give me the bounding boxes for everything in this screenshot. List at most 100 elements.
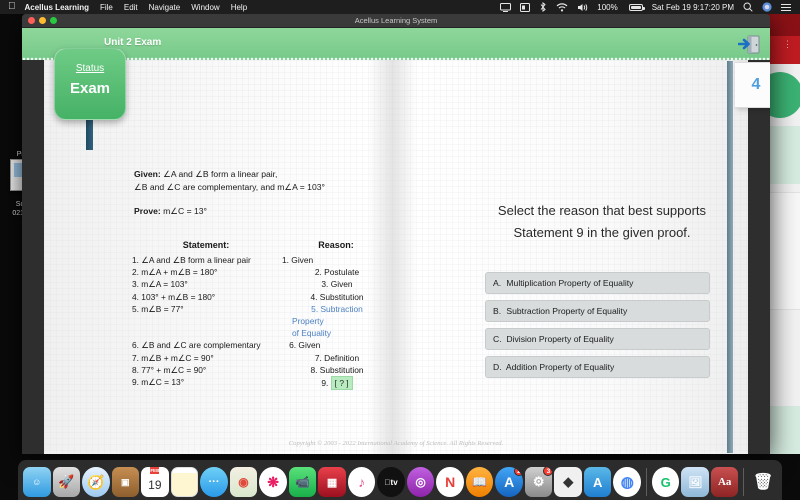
dock-item-news[interactable]: N bbox=[436, 467, 464, 497]
statement-9: 9. m∠C = 13° bbox=[132, 377, 185, 388]
calendar-day: 19 bbox=[148, 478, 162, 492]
dock-separator bbox=[646, 468, 647, 496]
choice-letter-a: A. bbox=[493, 278, 502, 288]
copyright-footer: Copyright © 2003 - 2022 International Ac… bbox=[288, 440, 504, 447]
dock-item-system-preferences[interactable]: ⚙ 3 bbox=[524, 467, 553, 497]
battery-icon[interactable] bbox=[627, 3, 645, 11]
dock-item-grammarly[interactable]: G bbox=[651, 467, 680, 497]
status-badge-label: Status bbox=[75, 63, 105, 74]
question-prompt: Select the reason that best supports Sta… bbox=[497, 203, 707, 240]
menu-window[interactable]: Window bbox=[191, 3, 219, 12]
dock-item-messages[interactable]: ··· bbox=[200, 467, 228, 497]
overflow-menu-icon[interactable]: ⋮ bbox=[783, 40, 792, 49]
dock-item-maps[interactable]: ◉ bbox=[229, 467, 258, 497]
answer-choice-d[interactable]: D. Addition Property of Equality bbox=[485, 356, 710, 378]
macos-dock: ☺ 🚀 🧭 ▣ FEB 19 ··· ◉ ❋ 📹 ▦ ♪ tv ◎ N 📖 A… bbox=[18, 460, 782, 500]
dock-item-podcasts[interactable]: ◎ bbox=[406, 467, 435, 497]
table-row: 5. m∠B = 77° 5. Subtraction bbox=[132, 303, 392, 315]
statement-1: 1. ∠A and ∠B form a linear pair bbox=[132, 255, 251, 265]
table-row: 9. m∠C = 13° 9. [ ? ] bbox=[132, 376, 392, 391]
column-header-statement: Statement: bbox=[182, 240, 230, 250]
dock-item-roblox[interactable]: ◆ bbox=[554, 467, 582, 497]
choice-text-a: Multiplication Property of Equality bbox=[506, 278, 634, 288]
window-titlebar[interactable]: Acellus Learning System bbox=[22, 14, 770, 28]
dock-item-photos[interactable]: ❋ bbox=[259, 467, 287, 497]
menubar-clock[interactable]: Sat Feb 19 9:17:20 PM bbox=[652, 3, 734, 12]
prove-label: Prove: bbox=[134, 206, 161, 216]
proof-table-header: Statement: Reason: bbox=[132, 240, 392, 250]
statement-5: 5. m∠B = 77° bbox=[132, 303, 184, 314]
bluetooth-icon[interactable] bbox=[539, 2, 547, 12]
unknown-reason-placeholder[interactable]: [ ? ] bbox=[330, 376, 353, 391]
prove-text: m∠C = 13° bbox=[163, 206, 207, 216]
dock-item-chrome[interactable]: ◍ bbox=[613, 467, 641, 497]
exit-icon[interactable] bbox=[737, 32, 762, 56]
choice-letter-b: B. bbox=[493, 306, 502, 316]
status-badge[interactable]: Status Exam bbox=[54, 48, 126, 120]
table-row: 2. m∠A + m∠B = 180° 2. Postulate bbox=[132, 266, 392, 278]
choice-text-d: Addition Property of Equality bbox=[505, 362, 615, 372]
answer-choice-b[interactable]: B. Subtraction Property of Equality bbox=[485, 300, 710, 322]
system-preferences-badge: 3 bbox=[543, 467, 553, 476]
statement-2: 2. m∠A + m∠B = 180° bbox=[132, 267, 218, 278]
table-row: 8. 77° + m∠C = 90° 8. Substitution bbox=[132, 364, 392, 376]
window-title: Acellus Learning System bbox=[354, 16, 438, 25]
dock-item-preview[interactable]: 🖼 bbox=[681, 467, 709, 497]
status-badge-stem bbox=[86, 116, 93, 150]
menu-help[interactable]: Help bbox=[231, 3, 247, 12]
dock-item-contacts[interactable]: ▣ bbox=[111, 467, 140, 497]
menu-edit[interactable]: Edit bbox=[124, 3, 138, 12]
reason-4: 4. Substitution bbox=[310, 291, 364, 302]
reason-6: 6. Given bbox=[289, 340, 321, 351]
reason-9-number: 9. bbox=[321, 378, 329, 389]
prove-line: Prove: m∠C = 13° bbox=[134, 206, 384, 217]
dock-item-photo-booth[interactable]: ▦ bbox=[318, 467, 346, 497]
statement-8: 8. 77° + m∠C = 90° bbox=[132, 364, 207, 375]
given-label: Given: bbox=[134, 169, 161, 179]
choice-text-c: Division Property of Equality bbox=[506, 334, 614, 344]
dock-item-apple-tv[interactable]: tv bbox=[377, 467, 405, 497]
dock-item-notes[interactable] bbox=[170, 467, 199, 497]
dock-item-finder[interactable]: ☺ bbox=[23, 467, 51, 497]
dock-item-launchpad[interactable]: 🚀 bbox=[52, 467, 81, 497]
answer-choice-c[interactable]: C. Division Property of Equality bbox=[485, 328, 710, 350]
choice-text-b: Subtraction Property of Equality bbox=[506, 306, 628, 316]
display-icon[interactable] bbox=[520, 2, 531, 12]
reason-5-continued-2: of Equality bbox=[292, 328, 332, 339]
table-row: 4. 103° + m∠B = 180° 4. Substitution bbox=[132, 291, 392, 303]
choice-letter-d: D. bbox=[493, 362, 502, 372]
answer-choice-a[interactable]: A. Multiplication Property of Equality bbox=[485, 272, 710, 294]
screen-mirroring-icon[interactable] bbox=[500, 2, 512, 12]
two-column-proof-table: Statement: Reason: 1. ∠A and ∠B form a l… bbox=[132, 240, 392, 391]
choice-letter-c: C. bbox=[493, 334, 502, 344]
menu-navigate[interactable]: Navigate bbox=[149, 3, 181, 12]
wifi-icon[interactable] bbox=[556, 2, 568, 12]
app-content-area: Unit 2 Exam Status Exam Given: ∠A and ∠B bbox=[22, 28, 770, 454]
reason-1: 1. Given bbox=[282, 255, 314, 265]
volume-icon[interactable] bbox=[577, 3, 588, 12]
control-center-icon[interactable] bbox=[781, 3, 791, 12]
search-icon[interactable] bbox=[743, 2, 753, 12]
page-number-tab[interactable]: 4 bbox=[727, 61, 770, 453]
siri-icon[interactable] bbox=[762, 2, 772, 12]
dock-item-safari[interactable]: 🧭 bbox=[82, 467, 110, 497]
lesson-book: Given: ∠A and ∠B form a linear pair, ∠B … bbox=[44, 60, 748, 454]
menu-file[interactable]: File bbox=[100, 3, 113, 12]
dock-item-books[interactable]: 📖 bbox=[465, 467, 494, 497]
given-text-2: ∠B and ∠C are complementary, and m∠A = 1… bbox=[134, 181, 325, 192]
reason-5-continued-1: Property bbox=[292, 316, 324, 327]
statement-7: 7. m∠B + m∠C = 90° bbox=[132, 352, 214, 363]
dock-item-itunes[interactable]: ♪ bbox=[347, 467, 376, 497]
app-store-badge: 2 bbox=[513, 467, 523, 476]
dock-item-acellus[interactable]: A bbox=[583, 467, 612, 497]
dock-item-trash[interactable]: 🗑 bbox=[749, 467, 777, 497]
apple-menu-icon[interactable]:  bbox=[8, 2, 16, 12]
menu-app-name[interactable]: Acellus Learning bbox=[25, 3, 89, 12]
dock-item-app-store[interactable]: A 2 bbox=[495, 467, 523, 497]
course-header-bar: Unit 2 Exam bbox=[22, 28, 770, 60]
reason-5: 5. Subtraction bbox=[311, 303, 363, 314]
dock-item-dictionary[interactable]: Aa bbox=[710, 467, 739, 497]
dock-item-facetime[interactable]: 📹 bbox=[288, 467, 317, 497]
dock-item-calendar[interactable]: FEB 19 bbox=[141, 467, 169, 497]
table-row: 3. m∠A = 103° 3. Given bbox=[132, 278, 392, 290]
